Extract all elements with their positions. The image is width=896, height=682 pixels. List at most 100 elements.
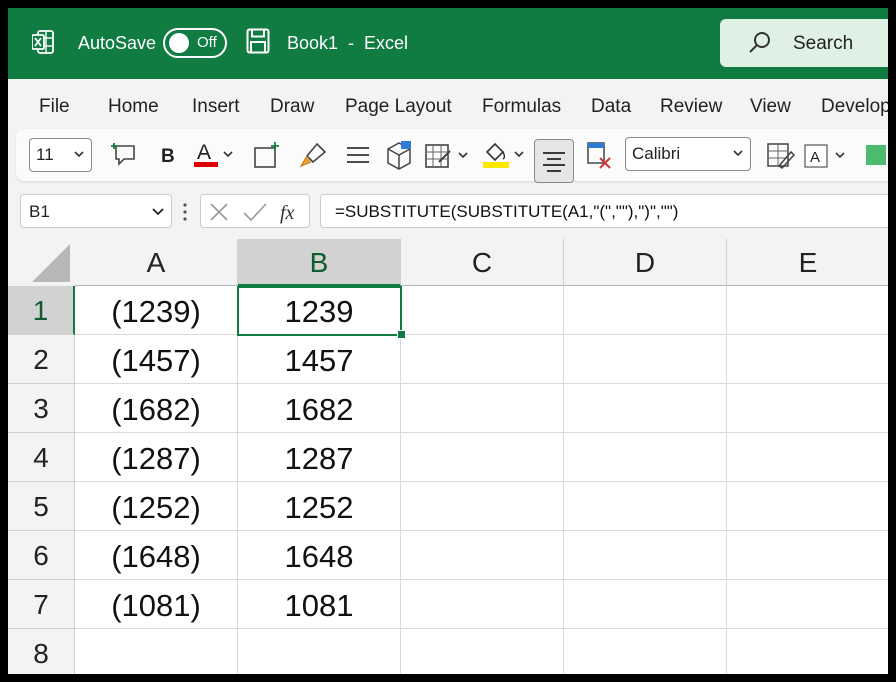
font-size-value: 11 [36, 145, 54, 164]
cell-c5[interactable] [401, 482, 564, 531]
cell-b6[interactable]: 1648 [238, 531, 401, 580]
row-header-5[interactable]: 5 [8, 482, 75, 531]
cell-c3[interactable] [401, 384, 564, 433]
select-all-corner[interactable] [8, 239, 76, 287]
cell-b7[interactable]: 1081 [238, 580, 401, 629]
cell-d1[interactable] [564, 286, 727, 335]
formula-buttons: fx [200, 194, 310, 228]
cell-b2[interactable]: 1457 [238, 335, 401, 384]
cell-c4[interactable] [401, 433, 564, 482]
menu-formulas[interactable]: Formulas [482, 96, 561, 118]
format-painter-icon[interactable] [299, 140, 329, 170]
cancel-icon[interactable] [209, 202, 229, 222]
cell-d7[interactable] [564, 580, 727, 629]
cell-d4[interactable] [564, 433, 727, 482]
font-name-value: Calibri [632, 144, 681, 163]
cell-c8[interactable] [401, 629, 564, 674]
cell-a2[interactable]: (1457) [75, 335, 238, 384]
menu-draw[interactable]: Draw [270, 96, 314, 118]
cell-a7[interactable]: (1081) [75, 580, 238, 629]
cell-b3[interactable]: 1682 [238, 384, 401, 433]
font-a-icon[interactable]: A [803, 140, 851, 170]
fill-color-icon[interactable] [481, 138, 527, 170]
enter-check-icon[interactable] [243, 202, 267, 222]
cell-a8[interactable] [75, 629, 238, 674]
formula-input[interactable]: =SUBSTITUTE(SUBSTITUTE(A1,"(",""),")",""… [320, 194, 888, 228]
row-header-7[interactable]: 7 [8, 580, 75, 629]
cell-c2[interactable] [401, 335, 564, 384]
cell-styles-icon[interactable] [765, 140, 795, 170]
insert-cells-icon[interactable] [251, 140, 281, 170]
row-header-6[interactable]: 6 [8, 531, 75, 580]
search-icon [749, 32, 770, 53]
cell-a4[interactable]: (1287) [75, 433, 238, 482]
row-header-8[interactable]: 8 [8, 629, 75, 674]
row-header-4[interactable]: 4 [8, 433, 75, 482]
row-header-2[interactable]: 2 [8, 335, 75, 384]
column-header-c[interactable]: C [401, 239, 564, 286]
cell-e7[interactable] [727, 580, 888, 629]
menu-data[interactable]: Data [591, 96, 631, 118]
cell-e2[interactable] [727, 335, 888, 384]
cell-e8[interactable] [727, 629, 888, 674]
cell-d6[interactable] [564, 531, 727, 580]
fill-handle[interactable] [397, 330, 406, 339]
cell-d8[interactable] [564, 629, 727, 674]
svg-text:fx: fx [280, 202, 295, 224]
clear-format-icon[interactable] [586, 140, 612, 170]
align-icon[interactable] [345, 142, 371, 168]
search-box[interactable]: Search [720, 19, 888, 67]
row-header-1[interactable]: 1 [8, 286, 75, 335]
cell-b1[interactable]: 1239 [238, 286, 401, 335]
menu-home[interactable]: Home [108, 96, 159, 118]
svg-text:A: A [197, 141, 211, 164]
menu-page-layout[interactable]: Page Layout [345, 96, 452, 118]
chevron-down-icon [733, 150, 743, 157]
cell-d3[interactable] [564, 384, 727, 433]
cell-a6[interactable]: (1648) [75, 531, 238, 580]
menu-developer[interactable]: Develop [821, 96, 888, 118]
menu-bar: File Home Insert Draw Page Layout Formul… [8, 79, 888, 129]
new-comment-icon[interactable] [111, 141, 139, 169]
cell-a3[interactable]: (1682) [75, 384, 238, 433]
column-header-e[interactable]: E [727, 239, 888, 286]
center-align-button[interactable] [534, 139, 574, 183]
cell-e5[interactable] [727, 482, 888, 531]
menu-insert[interactable]: Insert [192, 96, 240, 118]
cell-e1[interactable] [727, 286, 888, 335]
font-size-dropdown[interactable]: 11 [29, 138, 92, 172]
cell-d5[interactable] [564, 482, 727, 531]
font-color-icon[interactable]: A [194, 139, 236, 171]
menu-file[interactable]: File [39, 96, 70, 118]
cell-a5[interactable]: (1252) [75, 482, 238, 531]
save-icon[interactable] [246, 28, 270, 54]
cell-d2[interactable] [564, 335, 727, 384]
cell-c7[interactable] [401, 580, 564, 629]
cell-c1[interactable] [401, 286, 564, 335]
borders-icon[interactable] [423, 140, 471, 170]
cell-b4[interactable]: 1287 [238, 433, 401, 482]
3d-box-icon[interactable] [384, 139, 414, 171]
formula-text: =SUBSTITUTE(SUBSTITUTE(A1,"(",""),")",""… [335, 202, 679, 221]
cell-c6[interactable] [401, 531, 564, 580]
menu-view[interactable]: View [750, 96, 791, 118]
cell-b5[interactable]: 1252 [238, 482, 401, 531]
row-header-3[interactable]: 3 [8, 384, 75, 433]
autosave-toggle[interactable]: Off [163, 28, 227, 58]
column-header-b[interactable]: B [238, 239, 401, 286]
column-header-a[interactable]: A [75, 239, 238, 286]
cell-b8[interactable] [238, 629, 401, 674]
chevron-down-icon [152, 208, 164, 216]
cell-e4[interactable] [727, 433, 888, 482]
cell-e6[interactable] [727, 531, 888, 580]
font-name-dropdown[interactable]: Calibri [625, 137, 751, 171]
more-options-icon[interactable] [182, 202, 188, 222]
bold-icon[interactable]: B [157, 143, 179, 167]
name-box[interactable]: B1 [20, 194, 172, 228]
cell-a1[interactable]: (1239) [75, 286, 238, 335]
cell-e3[interactable] [727, 384, 888, 433]
function-fx-icon[interactable]: fx [279, 200, 303, 224]
column-header-d[interactable]: D [564, 239, 727, 286]
menu-review[interactable]: Review [660, 96, 722, 118]
fill-green-icon[interactable] [864, 143, 888, 167]
